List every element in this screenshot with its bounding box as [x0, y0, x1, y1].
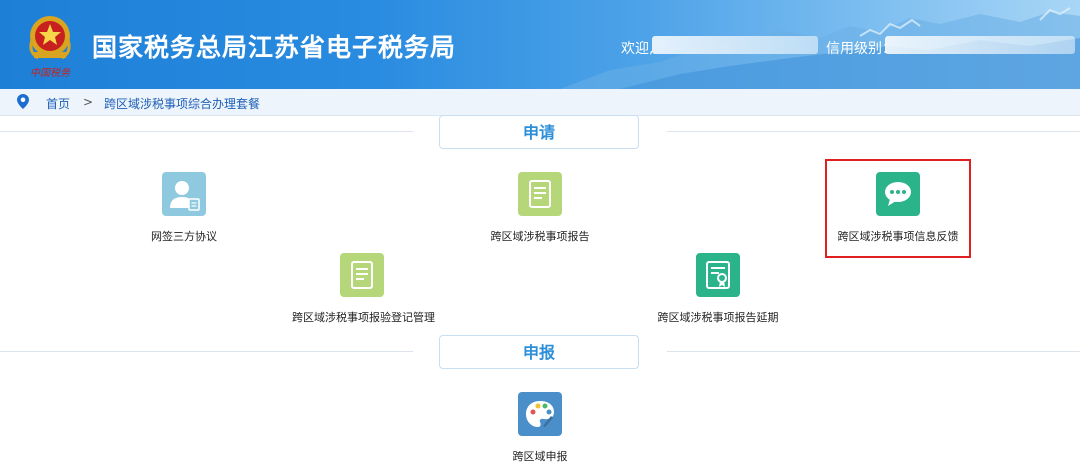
- site-title: 国家税务总局江苏省电子税务局: [92, 33, 457, 62]
- tile-inspection-registration[interactable]: 跨区域涉税事项报验登记管理: [292, 253, 435, 325]
- tile-label: 跨区域涉税事项报告: [490, 230, 590, 243]
- breadcrumb-home-link[interactable]: 首页: [46, 95, 70, 112]
- divider-right: [667, 351, 1080, 352]
- tile-tripartite-agreement[interactable]: 网签三方协议: [124, 172, 244, 244]
- logo-caption: 中国税务: [30, 67, 71, 79]
- palette-icon: [518, 392, 562, 436]
- tile-label: 网签三方协议: [151, 230, 217, 243]
- tile-cross-region-declaration[interactable]: 跨区域申报: [490, 392, 590, 464]
- location-pin-icon: [17, 94, 29, 109]
- tile-report-extension[interactable]: 跨区域涉税事项报告延期: [654, 253, 782, 325]
- breadcrumb-separator: >: [83, 95, 94, 109]
- certificate-icon: [696, 253, 740, 297]
- breadcrumb: 首页 > 跨区域涉税事项综合办理套餐: [0, 89, 1080, 116]
- site-header: 中国税务 国家税务总局江苏省电子税务局 欢迎, 信用级别：: [0, 0, 1080, 89]
- welcome-label: 欢迎,: [621, 41, 654, 57]
- tax-emblem-logo: 中国税务: [29, 16, 71, 79]
- divider-right: [667, 131, 1080, 132]
- divider-left: [0, 131, 413, 132]
- document-icon: [518, 172, 562, 216]
- section-title-apply: 申请: [439, 115, 639, 149]
- tile-cross-region-report[interactable]: 跨区域涉税事项报告: [470, 172, 610, 244]
- redacted-username: [652, 36, 818, 54]
- user-contract-icon: [162, 172, 206, 216]
- tile-label: 跨区域申报: [512, 450, 568, 463]
- tile-label: 跨区域涉税事项报验登记管理: [292, 311, 435, 324]
- document-icon: [340, 253, 384, 297]
- section-title-declare: 申报: [439, 335, 639, 369]
- divider-left: [0, 351, 413, 352]
- highlight-frame: [825, 159, 971, 258]
- tile-label: 跨区域涉税事项报告延期: [657, 311, 779, 324]
- redacted-credit-level: [885, 36, 1075, 54]
- breadcrumb-current: 跨区域涉税事项综合办理套餐: [104, 97, 261, 111]
